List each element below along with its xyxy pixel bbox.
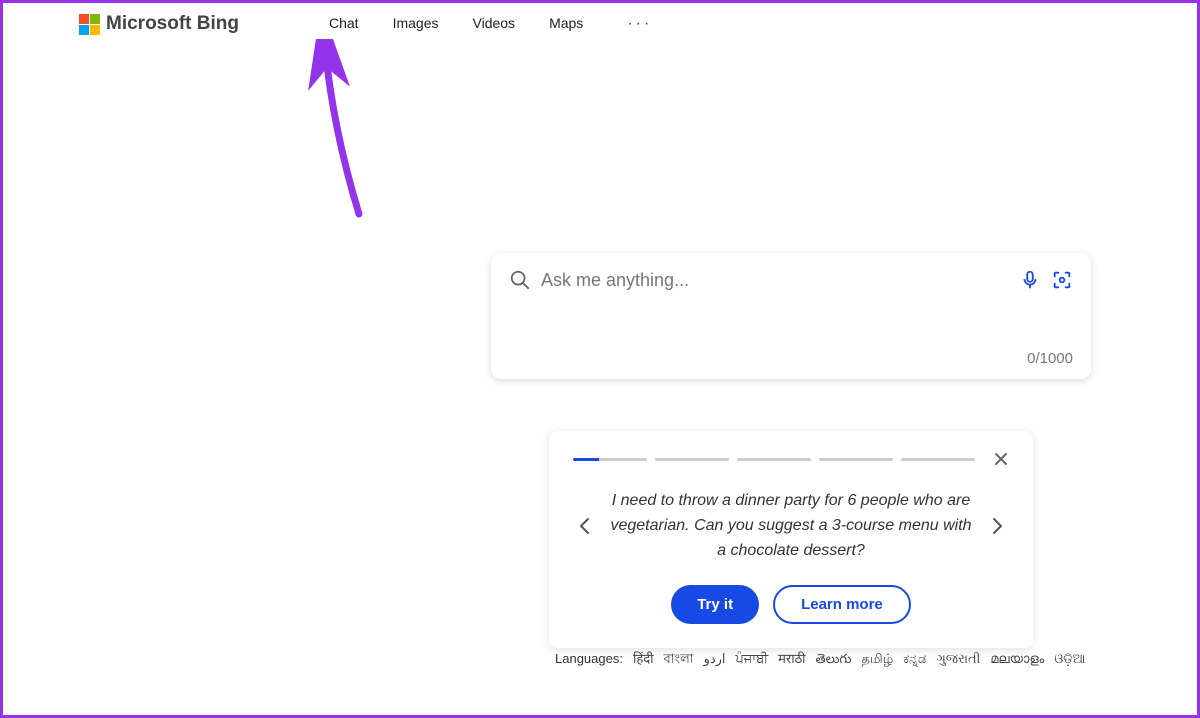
tips-body: I need to throw a dinner party for 6 peo… — [573, 489, 1009, 563]
learn-more-button[interactable]: Learn more — [773, 585, 911, 624]
tips-progress — [573, 451, 1009, 467]
search-icon — [509, 269, 531, 291]
lang-item[interactable]: ગુજરાતી — [936, 651, 980, 667]
lang-item[interactable]: हिंदी — [633, 649, 654, 667]
nav-chat[interactable]: Chat — [329, 15, 359, 33]
languages-label: Languages: — [555, 651, 623, 666]
lang-item[interactable]: मराठी — [778, 649, 805, 667]
nav-videos[interactable]: Videos — [473, 15, 516, 33]
lang-item[interactable]: ਪੰਜਾਬੀ — [736, 651, 769, 667]
lang-item[interactable]: ಕನ್ನಡ — [903, 651, 926, 667]
microsoft-logo-icon — [79, 14, 100, 35]
microphone-icon[interactable] — [1019, 269, 1041, 291]
header: Microsoft Bing Chat Images Videos Maps ·… — [3, 3, 1197, 45]
lang-item[interactable]: اردو — [704, 651, 726, 667]
search-input[interactable] — [541, 270, 1009, 291]
tips-buttons: Try it Learn more — [573, 585, 1009, 624]
nav-images[interactable]: Images — [393, 15, 439, 33]
char-counter: 0/1000 — [509, 350, 1073, 367]
lang-item[interactable]: తెలుగు — [816, 651, 852, 670]
tips-card: I need to throw a dinner party for 6 peo… — [549, 431, 1033, 648]
lang-item[interactable]: தமிழ் — [861, 651, 893, 668]
progress-segment[interactable] — [901, 458, 975, 461]
progress-segment[interactable] — [573, 458, 647, 461]
annotation-arrow-icon — [303, 39, 383, 219]
search-box: 0/1000 — [491, 253, 1091, 379]
tips-prompt-text: I need to throw a dinner party for 6 peo… — [605, 489, 977, 563]
close-icon[interactable] — [993, 451, 1009, 467]
top-nav: Chat Images Videos Maps ··· — [329, 15, 652, 33]
progress-segment[interactable] — [655, 458, 729, 461]
chevron-left-icon[interactable] — [573, 514, 597, 538]
chevron-right-icon[interactable] — [985, 514, 1009, 538]
try-it-button[interactable]: Try it — [671, 585, 759, 624]
lang-item[interactable]: বাংলা — [664, 650, 694, 671]
lang-item[interactable]: ଓଡ଼ିଆ — [1054, 651, 1085, 667]
nav-maps[interactable]: Maps — [549, 15, 583, 33]
brand-logo-group[interactable]: Microsoft Bing — [79, 13, 239, 35]
visual-search-icon[interactable] — [1051, 269, 1073, 291]
progress-segment[interactable] — [819, 458, 893, 461]
lang-item[interactable]: മലയാളം — [990, 651, 1044, 667]
search-row — [509, 269, 1073, 291]
more-menu-icon[interactable]: ··· — [627, 15, 652, 33]
progress-segment[interactable] — [737, 458, 811, 461]
languages-row: Languages: हिंदी বাংলা اردو ਪੰਜਾਬੀ मराठी… — [555, 649, 1085, 671]
brand-text: Microsoft Bing — [106, 13, 239, 35]
